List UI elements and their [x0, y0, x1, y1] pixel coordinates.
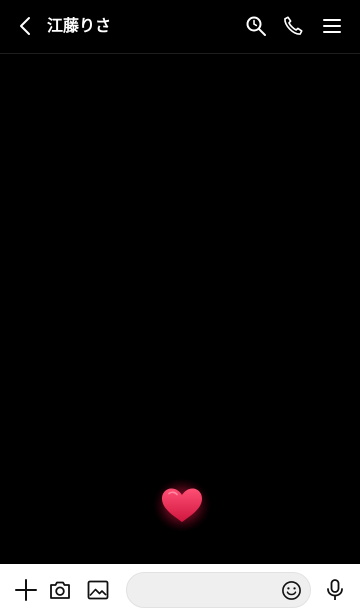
emoji-button[interactable] — [281, 580, 302, 601]
menu-button[interactable] — [321, 15, 343, 37]
heart-icon — [153, 478, 211, 532]
call-button[interactable] — [282, 15, 304, 37]
image-icon — [87, 580, 109, 600]
search-icon — [246, 16, 266, 36]
voice-button[interactable] — [323, 578, 347, 602]
chat-screen: 江藤りさ — [0, 0, 360, 616]
chevron-left-icon — [20, 17, 30, 35]
search-button[interactable] — [245, 15, 267, 37]
phone-icon — [284, 16, 303, 35]
back-button[interactable] — [14, 14, 38, 38]
camera-icon — [50, 581, 70, 599]
chat-header: 江藤りさ — [0, 0, 360, 54]
menu-icon — [323, 19, 341, 33]
plus-icon — [15, 579, 37, 601]
chat-footer — [0, 564, 360, 616]
camera-button[interactable] — [48, 578, 72, 602]
add-button[interactable] — [14, 578, 38, 602]
message-input[interactable] — [126, 572, 311, 608]
image-button[interactable] — [86, 578, 110, 602]
chat-title: 江藤りさ — [47, 16, 112, 35]
microphone-icon — [327, 579, 343, 600]
heart-sticker — [152, 478, 212, 534]
emoji-icon — [282, 581, 301, 600]
